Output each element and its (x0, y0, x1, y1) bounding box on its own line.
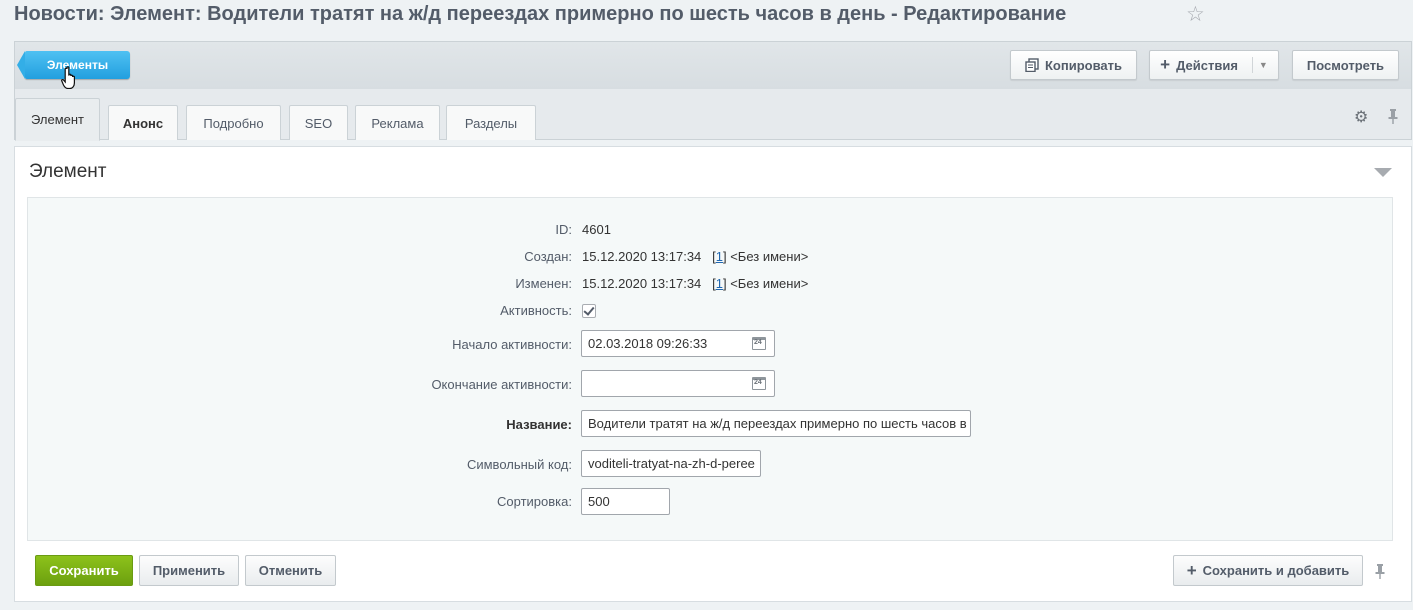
calendar-icon[interactable] (752, 337, 766, 350)
apply-button-label: Применить (152, 563, 226, 578)
sort-label: Сортировка: (497, 494, 572, 509)
created-user-name: <Без имени> (730, 249, 809, 264)
name-input[interactable]: Водители тратят на ж/д переездах примерн… (581, 410, 971, 437)
page-title: Новости: Элемент: Водители тратят на ж/д… (14, 3, 1067, 25)
name-value: Водители тратят на ж/д переездах примерн… (588, 416, 967, 431)
id-row: ID: 4601 (28, 222, 1392, 242)
view-button-label: Посмотреть (1306, 57, 1385, 73)
tab-label: Элемент (30, 112, 85, 127)
tab-advertising[interactable]: Реклама (355, 105, 440, 140)
id-label: ID: (555, 222, 572, 237)
created-value: 15.12.2020 13:17:34 [1] <Без имени> (582, 249, 809, 264)
active-from-label: Начало активности: (452, 337, 572, 352)
tabs-bar: Элемент Анонс Подробно SEO Реклама Разде… (14, 89, 1412, 141)
code-input[interactable]: voditeli-tratyat-na-zh-d-peree (581, 450, 761, 477)
id-value: 4601 (582, 222, 611, 237)
star-icon[interactable]: ☆ (1186, 4, 1205, 25)
actions-button-label: Действия (1176, 57, 1238, 73)
code-value: voditeli-tratyat-na-zh-d-peree (588, 456, 755, 471)
tab-label: Реклама (371, 115, 424, 131)
view-button[interactable]: Посмотреть (1292, 50, 1399, 80)
pin-icon[interactable] (1386, 108, 1400, 124)
element-panel: Элемент ID: 4601 Создан: 15.12.2020 13:1… (14, 146, 1412, 602)
tab-label: SEO (304, 115, 333, 131)
code-label: Символьный код: (466, 457, 572, 472)
tab-label: Анонс (122, 115, 164, 131)
cancel-button-label: Отменить (258, 563, 323, 578)
created-row: Создан: 15.12.2020 13:17:34 [1] <Без име… (28, 249, 1392, 269)
toolbar: Элементы Копировать + Действия ▼ Посмотр… (14, 41, 1412, 90)
modified-user-link[interactable]: 1 (716, 276, 723, 291)
active-row: Активность: (28, 303, 1392, 323)
modified-user-name: <Без имени> (730, 276, 809, 291)
active-label: Активность: (500, 303, 572, 318)
section-title: Элемент (29, 161, 107, 182)
tab-label: Подробно (203, 115, 264, 131)
save-and-add-button[interactable]: + Сохранить и добавить (1173, 555, 1363, 586)
plus-icon: + (1160, 55, 1171, 74)
save-and-add-label: Сохранить и добавить (1202, 563, 1350, 578)
copy-icon (1025, 58, 1039, 72)
tab-label: Разделы (464, 115, 518, 131)
tab-sections[interactable]: Разделы (446, 105, 536, 140)
cancel-button[interactable]: Отменить (245, 555, 336, 586)
modified-date: 15.12.2020 13:17:34 (582, 276, 702, 291)
gear-icon[interactable]: ⚙ (1354, 107, 1368, 127)
tab-element[interactable]: Элемент (15, 98, 100, 141)
modified-row: Изменен: 15.12.2020 13:17:34 [1] <Без им… (28, 276, 1392, 296)
modified-value: 15.12.2020 13:17:34 [1] <Без имени> (582, 276, 809, 291)
hand-cursor-icon (61, 66, 75, 90)
tab-seo[interactable]: SEO (289, 105, 348, 140)
calendar-icon[interactable] (752, 377, 766, 390)
tab-announce[interactable]: Анонс (108, 105, 178, 140)
actions-dropdown-button[interactable]: + Действия ▼ (1149, 50, 1279, 80)
active-checkbox[interactable] (582, 304, 596, 318)
created-label: Создан: (524, 249, 572, 264)
sort-row: Сортировка: (28, 494, 1392, 514)
save-button-label: Сохранить (49, 563, 119, 578)
active-to-input[interactable] (581, 370, 775, 397)
sort-input[interactable]: 500 (581, 488, 670, 515)
modified-label: Изменен: (515, 276, 572, 291)
form-area: ID: 4601 Создан: 15.12.2020 13:17:34 [1]… (27, 197, 1393, 541)
pin-icon[interactable] (1373, 563, 1387, 579)
tab-details[interactable]: Подробно (186, 105, 281, 140)
created-date: 15.12.2020 13:17:34 (582, 249, 702, 264)
apply-button[interactable]: Применить (139, 555, 239, 586)
plus-icon: + (1186, 560, 1197, 580)
active-from-input[interactable]: 02.03.2018 09:26:33 (581, 330, 775, 357)
created-user-link[interactable]: 1 (716, 249, 723, 264)
actions-divider (1251, 57, 1253, 73)
active-from-value: 02.03.2018 09:26:33 (588, 336, 708, 351)
name-label: Название: (506, 417, 572, 432)
sort-value: 500 (588, 494, 610, 509)
copy-button[interactable]: Копировать (1010, 50, 1137, 80)
active-to-label: Окончание активности: (431, 377, 572, 392)
copy-button-label: Копировать (1044, 57, 1122, 73)
save-button[interactable]: Сохранить (35, 555, 133, 586)
collapse-triangle-icon[interactable] (1374, 168, 1392, 177)
chevron-down-icon: ▼ (1258, 60, 1268, 70)
